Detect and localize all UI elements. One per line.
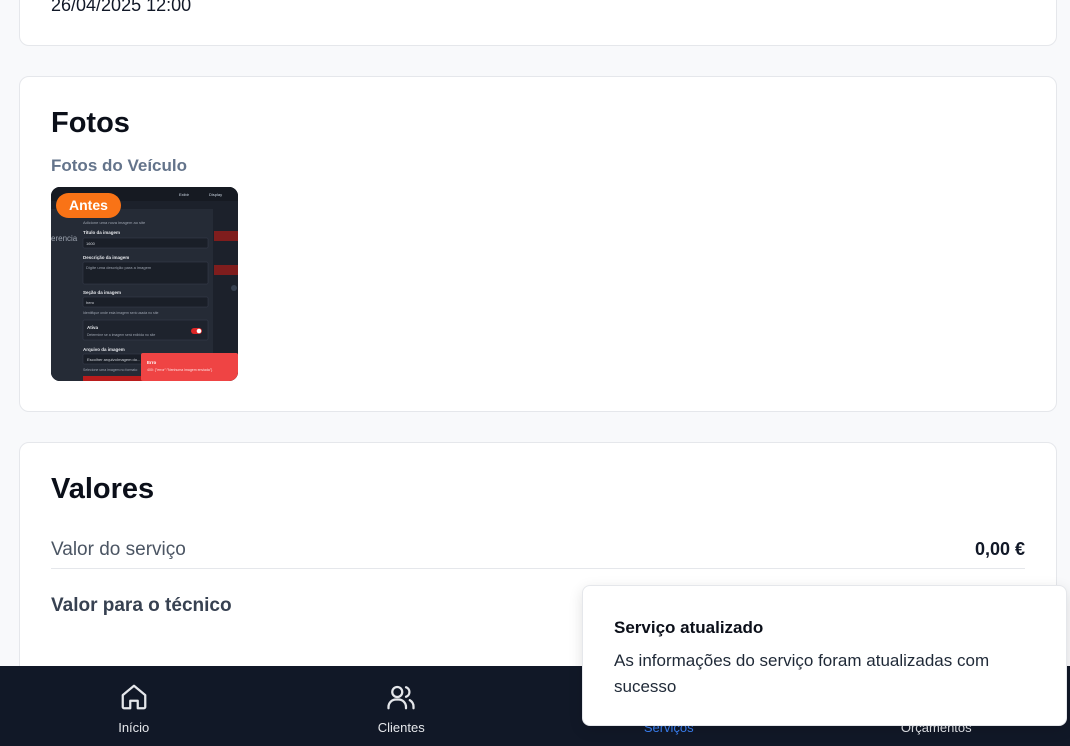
home-icon — [121, 684, 147, 710]
photo-text-titulo-value: 1600 — [86, 241, 96, 246]
nav-item-inicio[interactable]: Início — [0, 666, 268, 746]
photo-text-titulo: Título da imagem — [83, 230, 120, 235]
success-toast[interactable]: Serviço atualizado As informações do ser… — [582, 585, 1067, 726]
photo-text-arquivo-hint: Selecione uma imagem no formato — [83, 368, 137, 372]
photo-thumbnail[interactable]: Exibir Display erencia Adicione uma nova… — [51, 187, 238, 381]
toast-description: As informações do serviço foram atualiza… — [614, 651, 990, 696]
service-value-label: Valor do serviço — [51, 538, 186, 560]
photo-side-text: erencia — [51, 234, 78, 243]
photos-title: Fotos — [51, 107, 130, 139]
technician-value-label: Valor para o técnico — [51, 595, 232, 616]
photo-text-header: Adicione uma nova imagem ao site — [83, 220, 146, 225]
before-badge: Antes — [56, 193, 121, 218]
service-value-amount: 0,00 € — [974, 539, 1025, 559]
service-value-row: Valor do serviço 0,00 € — [51, 531, 1025, 569]
photo-text-ativa-hint: Determine se a imagem será exibida no si… — [87, 333, 155, 337]
photo-text-descricao-ph: Digite uma descrição para a imagem — [86, 265, 152, 270]
photo-text-secao-hint: Identifique onde esta imagem será usada … — [83, 311, 159, 315]
photo-error-text: 400: {"error":"Nenhuma imagem enviada"} — [147, 368, 213, 372]
photo-text-top-right: Display — [209, 192, 222, 197]
vehicle-photos-subtitle: Fotos do Veículo — [51, 156, 188, 175]
toast-title: Serviço atualizado — [614, 618, 764, 637]
nav-label-inicio: Início — [118, 720, 150, 735]
photo-text-secao-value: hero — [86, 300, 95, 305]
photo-text-arquivo-value: Imagem do... — [117, 357, 140, 362]
schedule-card: 26/04/2025 12:00 — [19, 0, 1057, 46]
photo-error-title: Erro — [147, 360, 157, 365]
photo-text-top-mid: Exibir — [179, 192, 190, 197]
photo-text-ativa: Ativa — [87, 325, 99, 330]
photo-text-arquivo: Arquivo da imagem — [83, 347, 125, 352]
values-title: Valores — [51, 473, 155, 505]
photo-text-descricao: Descrição da imagem — [83, 255, 129, 260]
page: 26/04/2025 12:00 Fotos Fotos do Veículo … — [0, 0, 1070, 746]
photos-card: Fotos Fotos do Veículo Exibir Display er… — [19, 76, 1057, 412]
users-icon — [387, 685, 415, 710]
nav-label-clientes: Clientes — [377, 720, 425, 735]
photo-text-secao: Seção da imagem — [83, 290, 121, 295]
service-datetime: 26/04/2025 12:00 — [51, 0, 192, 15]
nav-item-clientes[interactable]: Clientes — [268, 666, 536, 746]
photo-text-arquivo-btn: Escolher arquivo — [87, 357, 118, 362]
